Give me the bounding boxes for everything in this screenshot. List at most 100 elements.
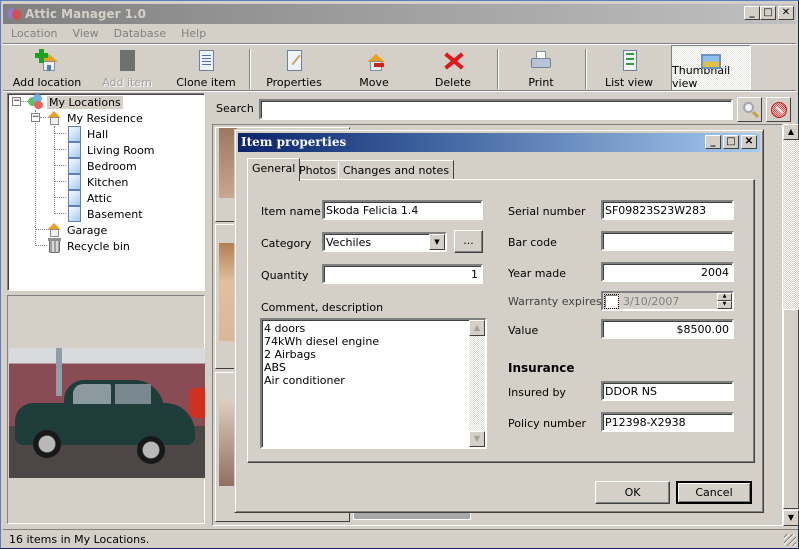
tree-item-attic[interactable]: Attic bbox=[66, 190, 114, 206]
year-made-input[interactable]: 2004 bbox=[601, 262, 734, 282]
move-button[interactable]: Move bbox=[353, 45, 395, 91]
location-tree[interactable]: − My Locations − My Residence Hall Livin… bbox=[7, 93, 205, 291]
thumbnail-scrollbar[interactable]: ▲ ▼ bbox=[783, 124, 799, 526]
scroll-down-button[interactable]: ▼ bbox=[783, 510, 799, 526]
clone-item-button[interactable]: Clone item bbox=[171, 45, 241, 91]
tab-changes-and-notes[interactable]: Changes and notes bbox=[338, 160, 455, 179]
quantity-input[interactable]: 1 bbox=[322, 264, 483, 284]
insured-by-input[interactable]: DDOR NS bbox=[601, 381, 734, 401]
room-icon bbox=[66, 206, 82, 222]
value-label: Value bbox=[508, 324, 539, 337]
warranty-expires-label: Warranty expires bbox=[508, 295, 602, 308]
house-icon bbox=[46, 110, 62, 126]
minimize-button[interactable]: _ bbox=[744, 6, 760, 20]
insurance-heading: Insurance bbox=[508, 361, 575, 375]
menu-bar: Location View Database Help bbox=[3, 25, 213, 43]
tab-general[interactable]: General bbox=[247, 158, 301, 181]
room-icon bbox=[66, 190, 82, 206]
scrollbar-thumb[interactable] bbox=[783, 309, 799, 509]
search-input[interactable] bbox=[259, 99, 733, 120]
list-view-button[interactable]: List view bbox=[603, 45, 655, 91]
tree-item-garage[interactable]: Garage bbox=[46, 222, 109, 238]
menu-database[interactable]: Database bbox=[106, 25, 174, 43]
category-select[interactable]: Vechiles ▼ bbox=[322, 232, 447, 252]
dialog-close-button[interactable]: ✕ bbox=[741, 135, 757, 149]
policy-number-input[interactable]: P12398-X2938 bbox=[601, 412, 734, 432]
menu-location[interactable]: Location bbox=[3, 25, 65, 43]
add-item-button[interactable]: Add item bbox=[95, 45, 159, 91]
properties-icon bbox=[282, 49, 306, 73]
thumbnail-view-button[interactable]: Thumbnail view bbox=[671, 45, 751, 91]
category-label: Category bbox=[261, 237, 312, 250]
maximize-button[interactable]: □ bbox=[760, 6, 776, 20]
collapse-my-residence-toggle[interactable]: − bbox=[31, 113, 40, 122]
tree-item-hall[interactable]: Hall bbox=[66, 126, 110, 142]
spin-down-icon[interactable]: ▼ bbox=[717, 301, 732, 309]
dialog-title-bar[interactable]: Item properties _ □ ✕ bbox=[238, 133, 760, 152]
comment-scroll-down-button[interactable]: ▼ bbox=[469, 431, 485, 447]
clear-search-button[interactable] bbox=[766, 97, 791, 122]
comment-scrollbar[interactable]: ▲ ▼ bbox=[469, 320, 485, 447]
title-bar[interactable]: Attic Manager 1.0 _ □ ✕ bbox=[3, 4, 796, 24]
close-button[interactable]: ✕ bbox=[778, 6, 794, 20]
bar-code-input[interactable] bbox=[601, 231, 734, 251]
tree-item-label: Bedroom bbox=[87, 159, 137, 173]
photo-preview-panel bbox=[7, 295, 205, 524]
main-window: Attic Manager 1.0 _ □ ✕ Location View Da… bbox=[0, 0, 799, 549]
dialog-maximize-button[interactable]: □ bbox=[723, 135, 739, 149]
thumbnail-view-icon bbox=[699, 50, 723, 69]
chevron-down-icon[interactable]: ▼ bbox=[429, 234, 445, 250]
tab-photos[interactable]: Photos bbox=[294, 160, 342, 179]
general-tab-panel: Item name Skoda Felicia 1.4 Category Vec… bbox=[247, 179, 755, 463]
tree-item-basement[interactable]: Basement bbox=[66, 206, 145, 222]
warranty-date-picker[interactable]: 3/10/2007 ▲ ▼ bbox=[601, 291, 734, 311]
policy-number-label: Policy number bbox=[508, 417, 587, 430]
tree-item-bedroom[interactable]: Bedroom bbox=[66, 158, 139, 174]
item-name-input[interactable]: Skoda Felicia 1.4 bbox=[322, 200, 483, 220]
menu-help[interactable]: Help bbox=[173, 25, 213, 43]
tree-item-kitchen[interactable]: Kitchen bbox=[66, 174, 130, 190]
item-photo bbox=[9, 348, 205, 478]
search-button[interactable] bbox=[737, 97, 762, 122]
menu-view[interactable]: View bbox=[65, 25, 106, 43]
spin-up-icon[interactable]: ▲ bbox=[717, 293, 732, 301]
comment-textarea[interactable]: 4 doors 74kWh diesel engine 2 Airbags AB… bbox=[260, 318, 487, 449]
delete-label: Delete bbox=[434, 76, 472, 89]
scroll-up-button[interactable]: ▲ bbox=[783, 124, 799, 140]
dialog-minimize-button[interactable]: _ bbox=[705, 135, 721, 149]
date-spinner[interactable]: ▲ ▼ bbox=[717, 293, 732, 309]
warranty-checkbox[interactable] bbox=[604, 294, 619, 309]
serial-number-label: Serial number bbox=[508, 205, 586, 218]
add-location-button[interactable]: Add location bbox=[9, 45, 85, 91]
delete-button[interactable]: Delete bbox=[431, 45, 475, 91]
toolbar-divider bbox=[3, 90, 796, 92]
cancel-button[interactable]: Cancel bbox=[676, 481, 752, 504]
delete-icon bbox=[441, 49, 465, 73]
clone-item-icon bbox=[194, 49, 218, 73]
serial-number-input[interactable]: SF09823S23W283 bbox=[601, 200, 734, 220]
ok-button[interactable]: OK bbox=[595, 481, 670, 504]
locations-globe-icon bbox=[28, 94, 44, 110]
insured-by-label: Insured by bbox=[508, 386, 566, 399]
bar-code-label: Bar code bbox=[508, 236, 557, 249]
tree-item-label: Attic bbox=[87, 191, 113, 205]
tree-item-my-residence[interactable]: My Residence bbox=[46, 110, 145, 126]
properties-button[interactable]: Properties bbox=[261, 45, 327, 91]
print-button[interactable]: Print bbox=[521, 45, 561, 91]
tree-item-recycle-bin[interactable]: Recycle bin bbox=[46, 238, 132, 254]
warranty-date-value: 3/10/2007 bbox=[623, 295, 680, 308]
collapse-my-locations-toggle[interactable]: − bbox=[12, 97, 21, 106]
value-input[interactable]: $8500.00 bbox=[601, 319, 734, 339]
category-browse-button[interactable]: ... bbox=[454, 230, 483, 253]
comment-text: 4 doors 74kWh diesel engine 2 Airbags AB… bbox=[264, 322, 380, 387]
room-icon bbox=[66, 158, 82, 174]
add-item-icon bbox=[115, 49, 139, 73]
category-value: Vechiles bbox=[326, 236, 372, 249]
tree-item-living-room[interactable]: Living Room bbox=[66, 142, 157, 158]
tree-item-my-locations[interactable]: My Locations bbox=[28, 94, 123, 110]
properties-label: Properties bbox=[266, 76, 322, 89]
list-view-icon bbox=[617, 49, 641, 73]
resize-grip[interactable] bbox=[784, 534, 796, 546]
comment-scroll-up-button[interactable]: ▲ bbox=[469, 320, 485, 336]
house-icon bbox=[46, 222, 62, 238]
